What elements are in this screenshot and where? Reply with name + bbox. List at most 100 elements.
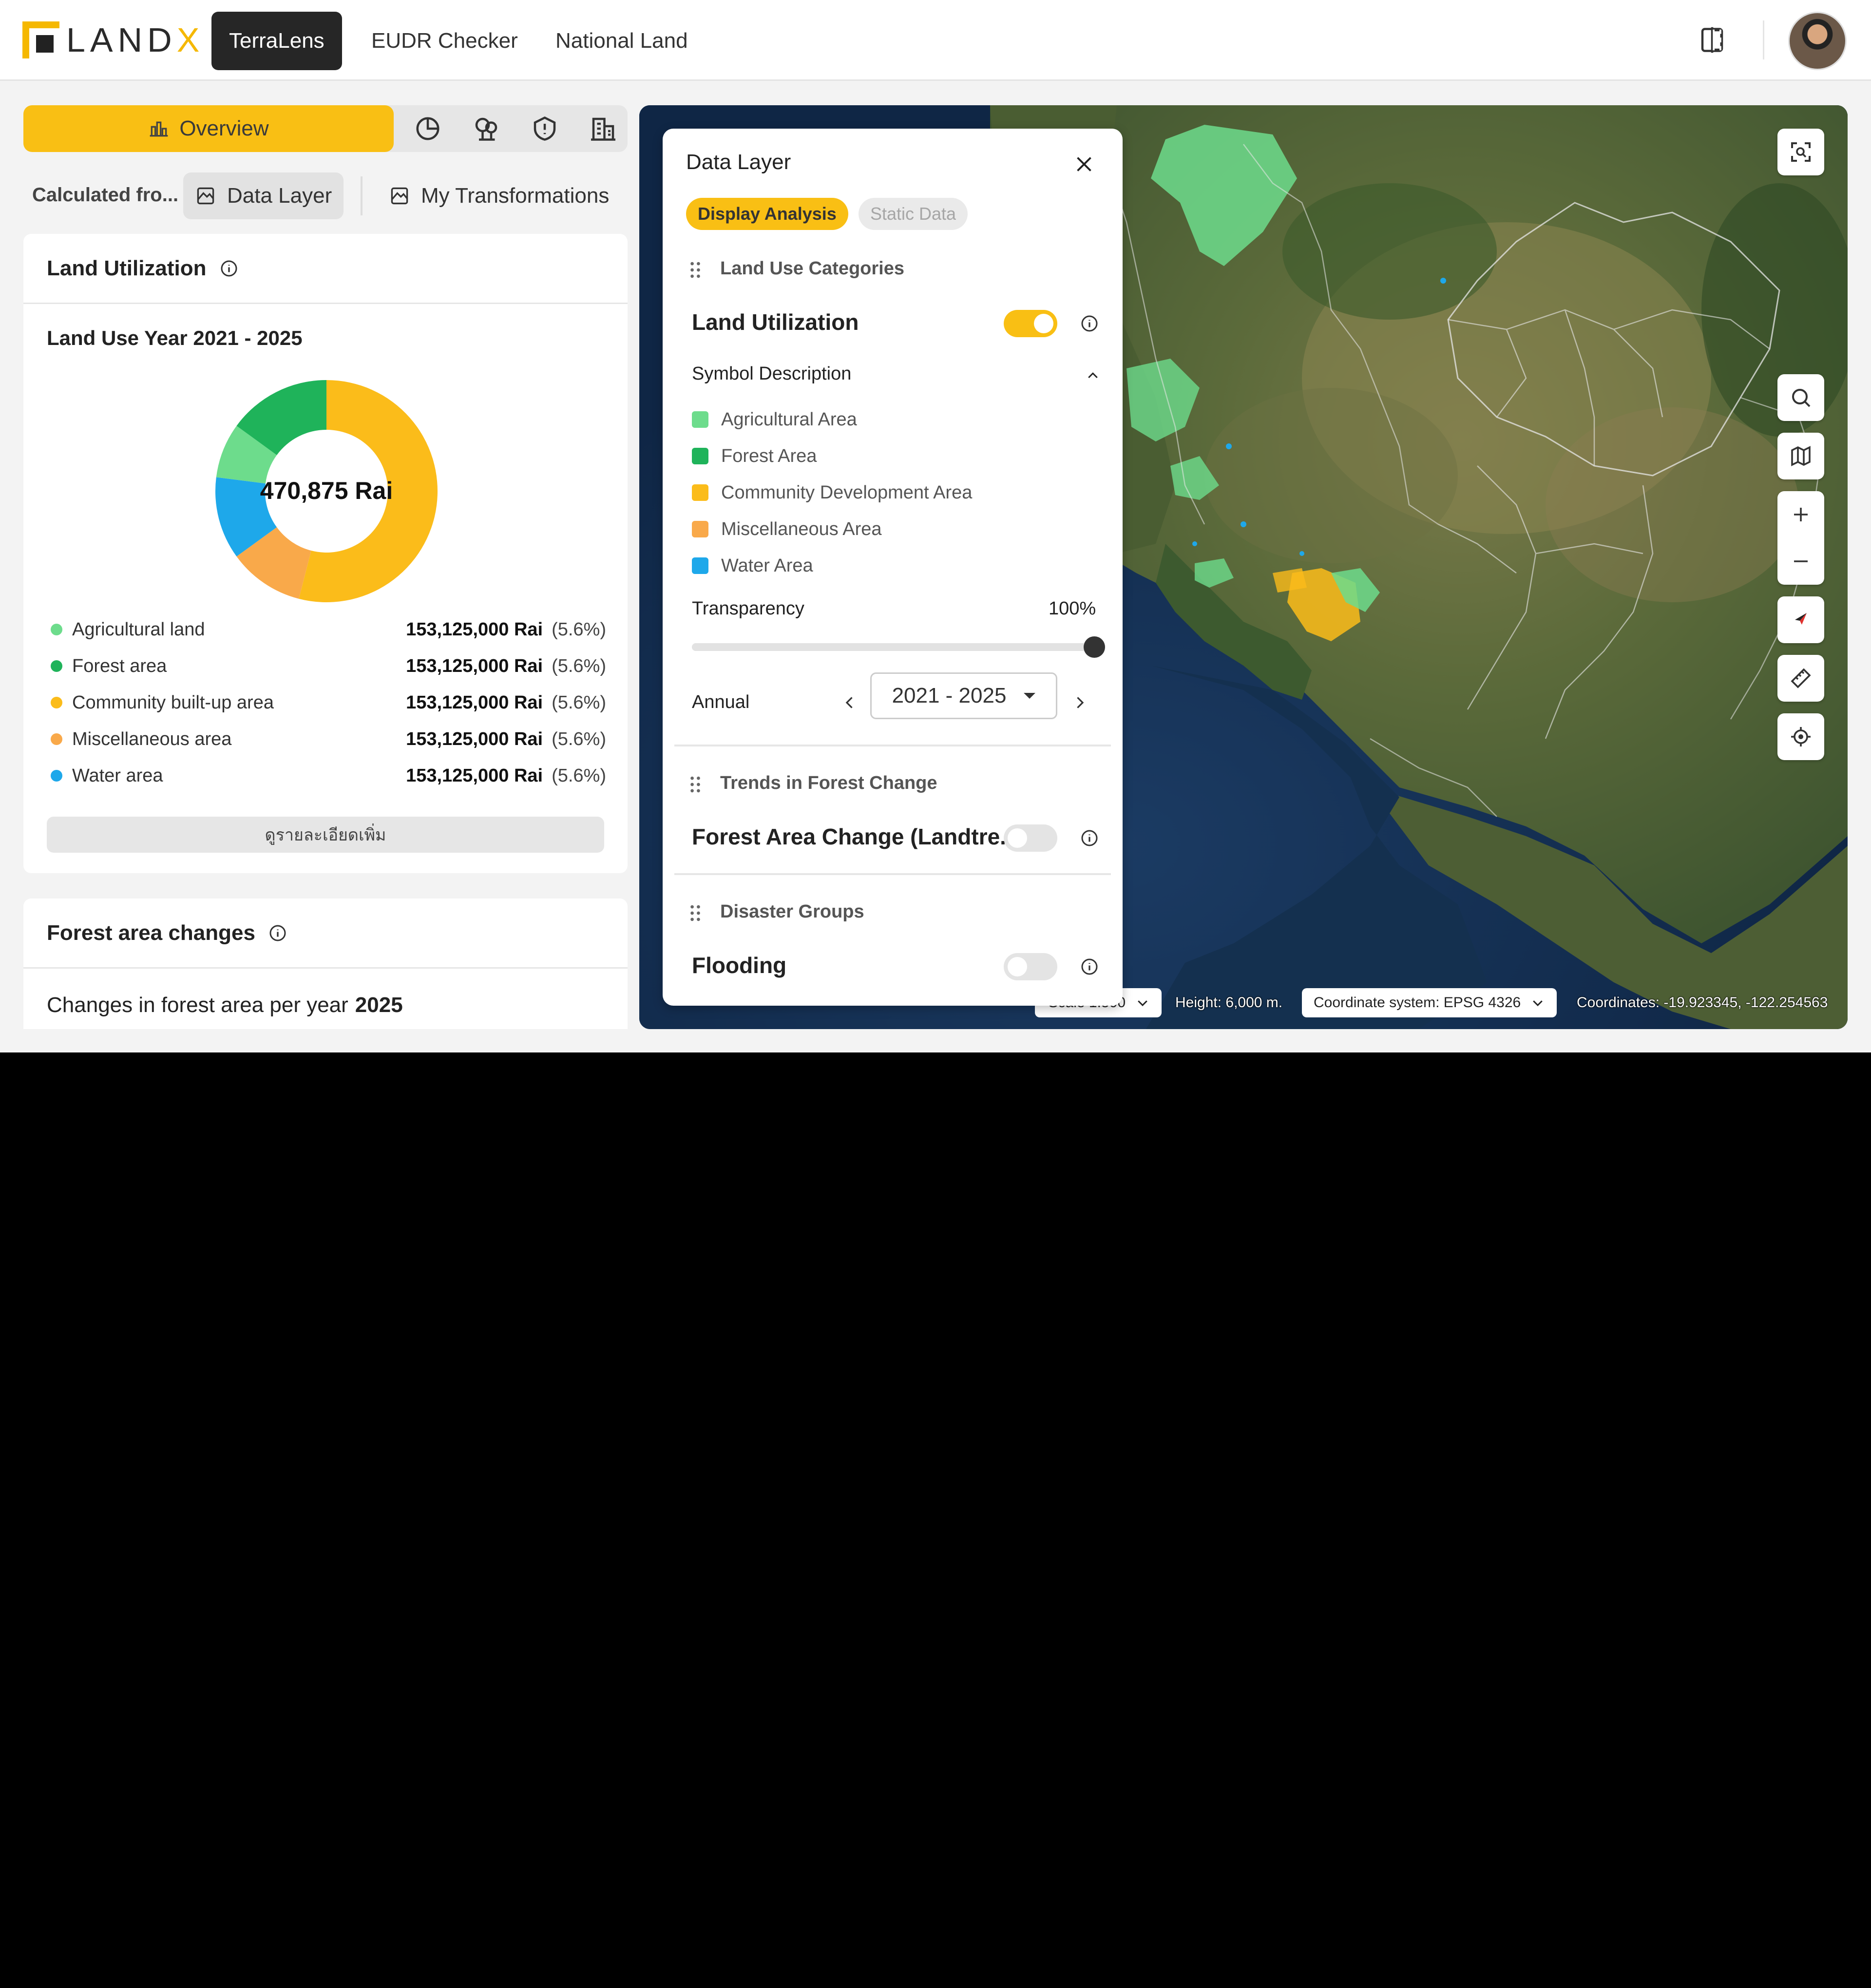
ruler-control[interactable] (1777, 655, 1824, 702)
chevron-down-icon (1138, 1000, 1147, 1007)
forest-changes-card: Forest area changes Changes in forest ar… (23, 898, 628, 1029)
header-divider (1763, 20, 1764, 59)
data-layer-panel: Data Layer Display Analysis Static Data … (663, 129, 1123, 1006)
symbol-swatch (692, 521, 708, 537)
compass-icon[interactable] (1789, 608, 1813, 631)
symbol-swatch (692, 484, 708, 501)
symbol-item: Agricultural Area (692, 407, 857, 432)
split-view-icon[interactable] (1698, 25, 1727, 55)
forest-change-toggle[interactable] (1004, 824, 1057, 852)
symbol-item: Water Area (692, 554, 813, 578)
source-divider (361, 176, 363, 215)
locate-icon[interactable] (1789, 725, 1813, 748)
land-use-row: Community built-up area 153,125,000 Rai … (51, 688, 606, 717)
drag-handle-icon[interactable] (689, 904, 702, 922)
nav-tab-eudr-checker[interactable]: EUDR Checker (354, 12, 535, 70)
shield-alert-icon[interactable] (530, 114, 559, 143)
fullscreen-control[interactable] (1777, 129, 1824, 175)
transparency-slider[interactable] (692, 636, 1105, 658)
symbol-label: Agricultural Area (721, 409, 857, 430)
chevron-down-icon (1533, 1000, 1543, 1007)
locate-control[interactable] (1777, 713, 1824, 760)
zoom-out-button[interactable] (1777, 538, 1824, 585)
info-icon[interactable] (1080, 957, 1099, 976)
info-icon[interactable] (1080, 314, 1099, 333)
land-use-name: Water area (72, 765, 163, 786)
land-use-percent: (5.6%) (552, 765, 606, 786)
layer-map-icon (197, 187, 214, 205)
user-avatar[interactable] (1788, 12, 1847, 70)
land-use-row: Agricultural land 153,125,000 Rai (5.6%) (51, 615, 606, 644)
symbol-item: Community Development Area (692, 480, 972, 505)
symbol-description-header[interactable]: Symbol Description (692, 363, 851, 384)
panel-divider (674, 745, 1111, 746)
info-icon[interactable] (219, 259, 239, 278)
land-use-percent: (5.6%) (552, 655, 606, 676)
chevron-up-icon[interactable] (1086, 369, 1100, 381)
compass-control[interactable] (1777, 596, 1824, 643)
zoom-in-icon[interactable] (1789, 503, 1813, 526)
slider-thumb[interactable] (1084, 636, 1105, 658)
land-utilization-toggle[interactable] (1004, 310, 1057, 337)
land-use-year-title: Land Use Year 2021 - 2025 (47, 326, 303, 349)
caret-down-icon (1024, 693, 1036, 699)
basemap-control[interactable] (1777, 433, 1824, 479)
info-icon[interactable] (268, 923, 287, 943)
forest-changes-header: Forest area changes (23, 898, 628, 969)
land-utilization-card: Land Utilization Land Use Year 2021 - 20… (23, 234, 628, 873)
drag-handle-icon[interactable] (689, 776, 702, 793)
zoom-in-button[interactable] (1777, 491, 1824, 538)
view-more-button[interactable]: ดูรายละเอียดเพิ่ม (47, 817, 604, 853)
pie-chart-icon[interactable] (413, 114, 442, 143)
building-icon[interactable] (589, 114, 618, 143)
forest-icon[interactable] (472, 114, 501, 143)
coordinate-system-selector[interactable]: Coordinate system: EPSG 4326 (1302, 988, 1557, 1017)
flooding-toggle[interactable] (1004, 953, 1057, 980)
forest-changes-year: 2025 (355, 993, 403, 1017)
nav-tab-national-land[interactable]: National Land (538, 12, 706, 70)
my-transformations-button[interactable]: My Transformations (377, 172, 621, 219)
annual-select[interactable]: 2021 - 2025 (870, 672, 1057, 719)
land-utilization-title: Land Utilization (47, 256, 207, 280)
search-icon[interactable] (1789, 386, 1813, 409)
land-use-name: Agricultural land (72, 619, 205, 640)
search-control[interactable] (1777, 374, 1824, 421)
tab-overview[interactable]: Overview (23, 105, 394, 152)
donut-total-label: 470,875 Rai (260, 477, 393, 504)
transparency-label: Transparency (692, 598, 804, 619)
zoom-control (1777, 491, 1824, 585)
map-icon[interactable] (1789, 444, 1813, 468)
nav-tab-terralens[interactable]: TerraLens (211, 12, 342, 70)
land-use-row: Forest area 153,125,000 Rai (5.6%) (51, 651, 606, 681)
chevron-right-icon[interactable] (1071, 694, 1088, 711)
drag-handle-icon[interactable] (689, 261, 702, 279)
forest-change-layer-label: Forest Area Change (Landtre... (692, 824, 1019, 849)
land-use-value: 153,125,000 Rai (406, 655, 543, 676)
zoom-out-icon[interactable] (1789, 550, 1813, 573)
close-icon[interactable] (1073, 153, 1095, 175)
info-icon[interactable] (1080, 828, 1099, 848)
land-use-name: Community built-up area (72, 692, 274, 713)
static-data-chip[interactable]: Static Data (859, 198, 968, 230)
legend-dot (51, 660, 62, 672)
transparency-value: 100% (1049, 598, 1096, 619)
symbol-label: Community Development Area (721, 482, 973, 503)
overview-chart-icon (150, 121, 168, 137)
fullscreen-icon[interactable] (1789, 140, 1813, 164)
coordinate-system-label: Coordinate system: EPSG 4326 (1314, 994, 1521, 1011)
forest-changes-title: Forest area changes (47, 920, 255, 945)
land-use-value: 153,125,000 Rai (406, 728, 543, 749)
data-layer-button[interactable]: Data Layer (183, 172, 344, 219)
landx-logo[interactable]: LANDX (22, 21, 204, 59)
chevron-left-icon[interactable] (841, 694, 859, 711)
ruler-icon[interactable] (1789, 667, 1813, 690)
land-use-name: Miscellaneous area (72, 728, 232, 749)
display-analysis-chip[interactable]: Display Analysis (686, 198, 848, 230)
forest-changes-subtitle-text: Changes in forest area per year (47, 993, 348, 1017)
land-utilization-header: Land Utilization (23, 234, 628, 304)
panel-divider (674, 873, 1111, 875)
legend-dot (51, 733, 62, 745)
height-readout: Height: 6,000 m. (1175, 994, 1283, 1011)
land-use-percent: (5.6%) (552, 619, 606, 640)
legend-dot (51, 770, 62, 782)
